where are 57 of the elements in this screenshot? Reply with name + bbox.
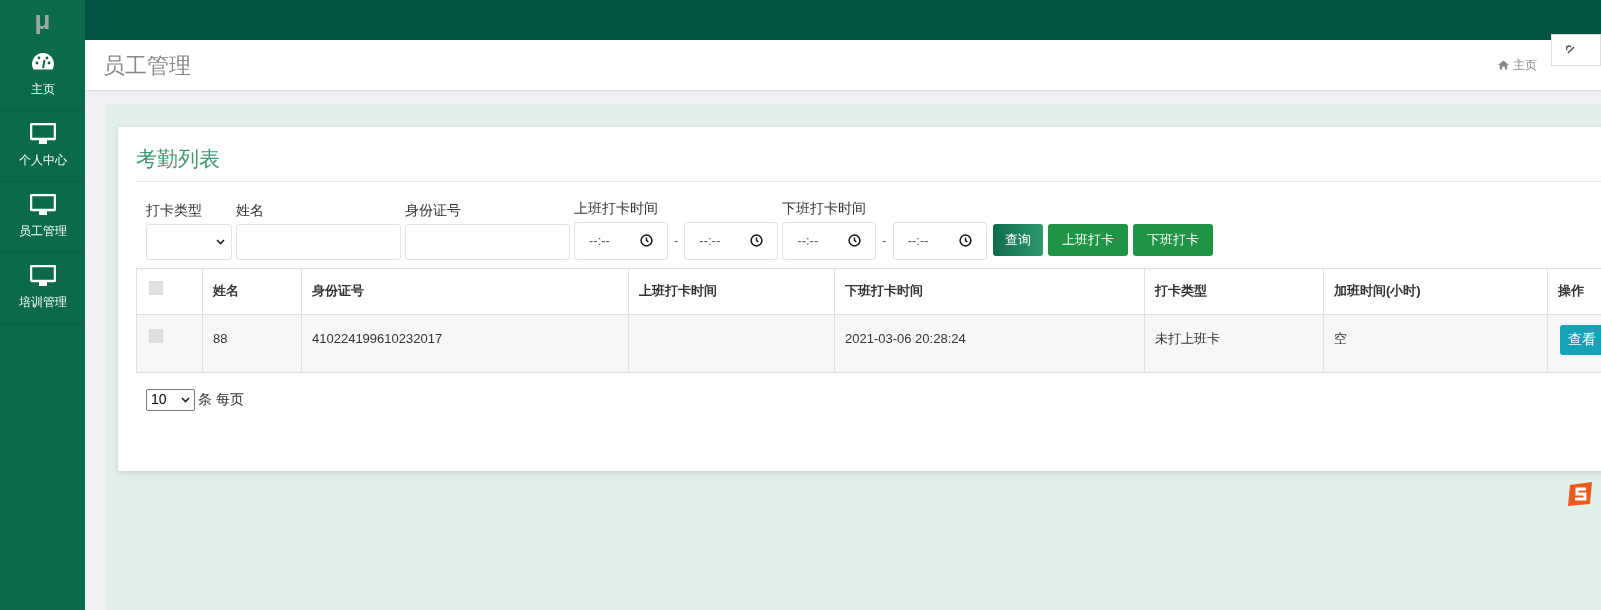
checkbox[interactable] [149,328,163,343]
filter-label: 打卡类型 [146,200,203,220]
table-cell: 88 [213,330,228,346]
clock-icon [640,234,653,247]
monitor-icon [29,123,56,145]
text-field[interactable] [236,223,401,260]
filter-label: 姓名 [236,200,265,220]
filter-label: 下班打卡时间 [782,198,868,218]
checkbox[interactable] [149,281,163,296]
sidebar-label: 员工管理 [18,223,67,240]
time-field[interactable]: --:-- [684,221,779,260]
column-header: 操作 [1547,268,1601,314]
card-title: 考勤列表 [136,143,1601,182]
clock-icon [848,234,862,247]
column-header: 加班时间(小时) [1323,268,1548,314]
monitor-icon [29,194,56,216]
clock-icon [750,234,764,247]
sidebar-label: 培训管理 [18,294,67,311]
column-header: 身份证号 [301,268,629,314]
select-field[interactable] [146,223,232,260]
clock-icon [958,234,972,247]
table-cell: 410224199610232017 [312,330,443,346]
table-cell: 未打上班卡 [1155,330,1220,346]
sidebar-label: 个人中心 [18,152,67,169]
column-header: 下班打卡时间 [834,268,1145,314]
page-title: 员工管理 [103,51,191,80]
column-header: 上班打卡时间 [628,268,835,314]
page-size-select[interactable]: 10 [146,388,195,411]
range-separator: - [882,231,887,250]
filter-label: 身份证号 [405,200,462,220]
page-size-label: 条 每页 [198,390,244,409]
monitor-icon [29,265,56,287]
chevron-icon [216,238,225,245]
breadcrumb-link[interactable]: 主页 [1498,56,1537,74]
time-field[interactable]: --:-- [892,221,987,260]
ime-icon [1567,481,1595,507]
column-header: 打卡类型 [1144,268,1324,314]
side-tab[interactable] [1551,34,1601,66]
sidebar-item[interactable]: 培训管理 [0,253,85,324]
sidebar-item[interactable]: 个人中心 [0,111,85,182]
sidebar-item[interactable]: 员工管理 [0,182,85,253]
chevron-icon [181,396,190,403]
table-cell: 2021-03-06 20:28:24 [845,330,966,346]
punch-button[interactable]: 下班打卡 [1132,223,1213,256]
range-separator: - [674,231,679,250]
time-field[interactable]: --:-- [574,221,668,260]
punch-button[interactable]: 上班打卡 [1047,223,1128,256]
table-cell: 空 [1334,330,1347,346]
logo: μ [34,7,51,33]
link-icon [1566,45,1576,55]
column-header: 姓名 [202,268,302,314]
sidebar-label: 主页 [30,81,55,98]
home-icon [1498,60,1509,70]
search-button[interactable]: 查询 [992,223,1043,256]
text-field[interactable] [405,223,570,260]
time-field[interactable]: --:-- [782,221,877,260]
filter-label: 上班打卡时间 [574,198,659,218]
